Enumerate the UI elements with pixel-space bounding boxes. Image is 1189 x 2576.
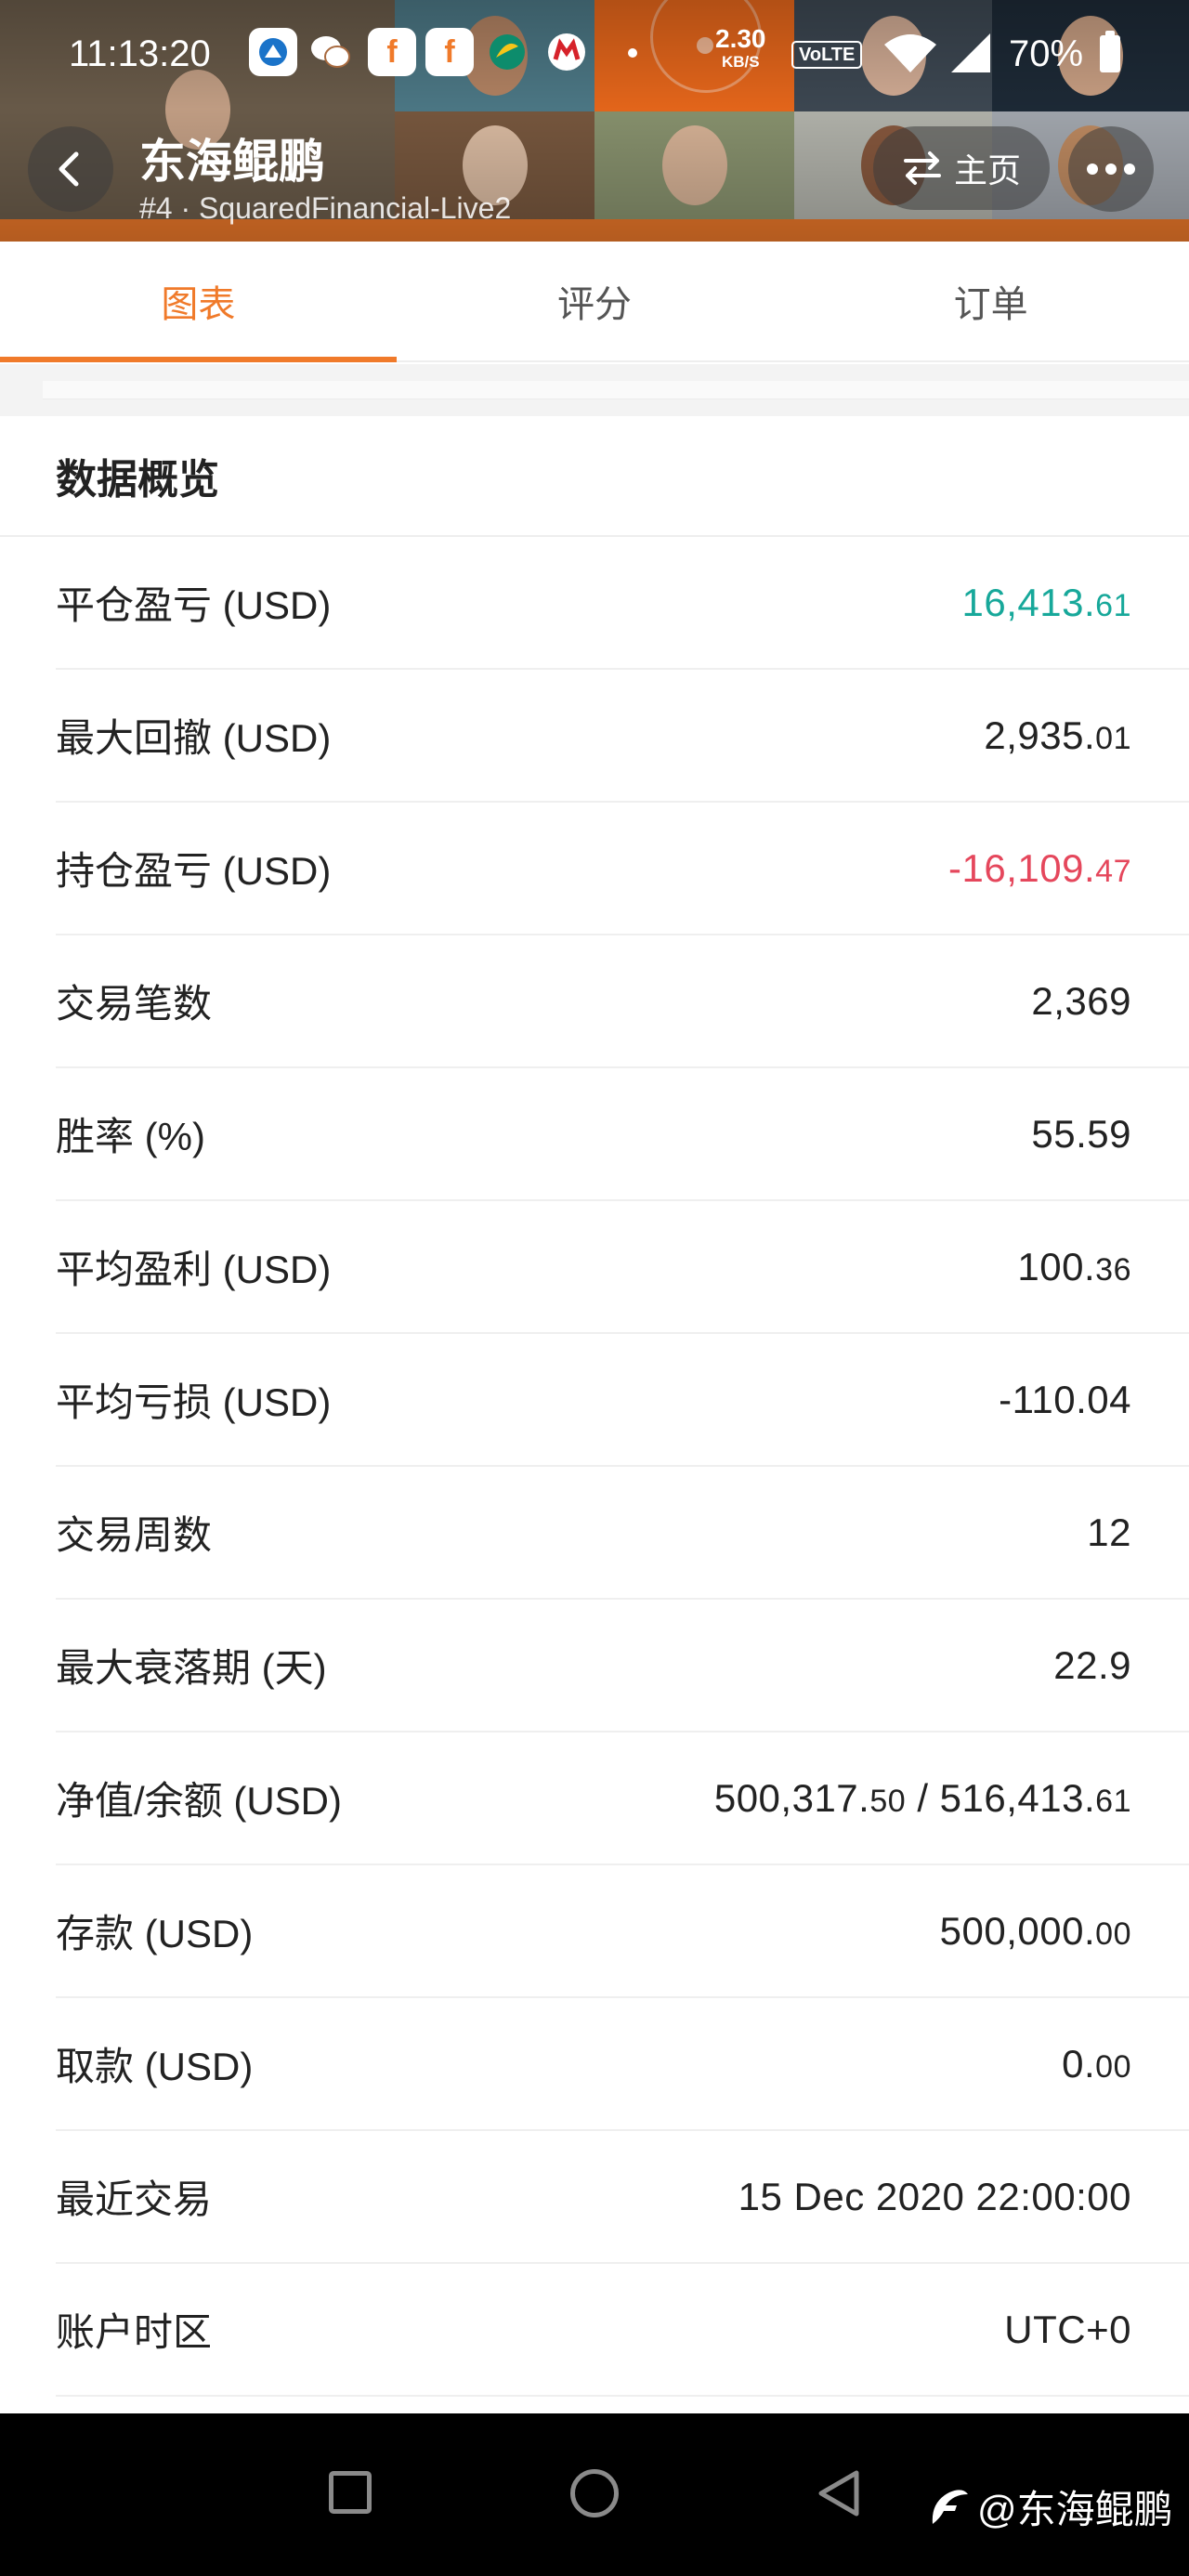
home-button-label: 主页 [953, 151, 1021, 190]
stat-label: 持仓盈亏 (USD) [56, 849, 332, 893]
network-speed: 2.30 KB/S [715, 24, 766, 71]
status-time: 11:13:20 [69, 33, 211, 74]
stat-label: 平仓盈亏 (USD) [56, 583, 332, 627]
stat-value: UTC+0 [1004, 2307, 1131, 2351]
stat-value: -16,109.47 [948, 845, 1131, 890]
stat-value: -110.04 [999, 1377, 1131, 1421]
stat-row-max-drawdown: 最大回撤 (USD) 2,935.01 [56, 670, 1189, 803]
watermark: @东海鲲鹏 [925, 2478, 1173, 2535]
maps-icon [249, 28, 297, 76]
stat-label: 最近交易 [56, 2177, 213, 2221]
stat-value: 100.36 [1017, 1244, 1131, 1288]
home-nav-button[interactable] [570, 2469, 619, 2517]
stat-row-max-drawdown-period: 最大衰落期 (天) 22.9 [56, 1600, 1189, 1733]
overview-title: 数据概览 [0, 416, 1189, 537]
chevron-left-icon [59, 151, 79, 187]
battery-icon [1100, 31, 1120, 72]
triangle-back-icon [818, 2470, 859, 2517]
app-header: 11:13:20 f f 2.30 KB/S VoLTE 70% 东海鲲鹏 #4… [0, 0, 1189, 242]
network-speed-unit: KB/S [721, 53, 760, 71]
stat-label: 最大衰落期 (天) [56, 1646, 327, 1690]
leaf-app-icon [483, 28, 531, 76]
stat-value: 500,317.50 / 516,413.61 [713, 1775, 1131, 1820]
volte-badge: VoLTE [791, 41, 863, 69]
network-speed-value: 2.30 [715, 24, 766, 53]
stat-row-timezone: 账户时区 UTC+0 [56, 2264, 1189, 2397]
stat-row-withdrawals: 取款 (USD) 0.00 [56, 1998, 1189, 2131]
tab-bar: 图表 评分 订单 [0, 242, 1189, 362]
tab-chart[interactable]: 图表 [0, 242, 397, 362]
battery-percent: 70% [1009, 33, 1084, 74]
stat-label: 净值/余额 (USD) [56, 1779, 342, 1823]
stat-label: 交易周数 [56, 1513, 213, 1557]
stat-row-deposits: 存款 (USD) 500,000.00 [56, 1865, 1189, 1998]
f-app-icon: f [425, 28, 474, 76]
f-app-icon: f [368, 28, 416, 76]
stat-value: 12 [1087, 1510, 1131, 1554]
stat-value: 2,935.01 [984, 713, 1131, 757]
stat-value: 0.00 [1062, 2041, 1131, 2086]
stat-label: 取款 (USD) [56, 2045, 254, 2088]
cell-signal-icon [949, 32, 992, 84]
home-button[interactable]: 主页 [873, 126, 1050, 210]
stat-label: 交易笔数 [56, 982, 213, 1026]
stat-label: 平均亏损 (USD) [56, 1380, 332, 1424]
cmb-bank-icon [542, 28, 591, 76]
stat-value: 22.9 [1053, 1642, 1131, 1687]
page-title: 东海鲲鹏 [139, 136, 325, 188]
tab-rating[interactable]: 评分 [397, 242, 793, 360]
recents-button[interactable] [329, 2471, 372, 2514]
stat-row-trade-count: 交易笔数 2,369 [56, 935, 1189, 1068]
stat-value: 55.59 [1031, 1111, 1131, 1156]
stat-row-floating-pnl: 持仓盈亏 (USD) -16,109.47 [56, 803, 1189, 935]
more-button[interactable] [1068, 126, 1154, 212]
back-button[interactable] [28, 126, 113, 212]
stat-row-win-rate: 胜率 (%) 55.59 [56, 1068, 1189, 1201]
stat-row-avg-profit: 平均盈利 (USD) 100.36 [56, 1201, 1189, 1334]
swap-icon [903, 151, 941, 185]
stat-value: 500,000.00 [939, 1908, 1131, 1953]
stat-value: 16,413.61 [961, 580, 1131, 624]
weibo-logo-icon [932, 2489, 968, 2524]
stat-row-equity-balance: 净值/余额 (USD) 500,317.50 / 516,413.61 [56, 1733, 1189, 1865]
data-overview-card: 数据概览 平仓盈亏 (USD) 16,413.61 最大回撤 (USD) 2,9… [0, 416, 1189, 2397]
stat-label: 账户时区 [56, 2310, 213, 2354]
stat-label: 胜率 (%) [56, 1115, 205, 1158]
stat-row-trading-weeks: 交易周数 12 [56, 1467, 1189, 1600]
watermark-text: @东海鲲鹏 [977, 2488, 1173, 2531]
wifi-icon [882, 32, 938, 84]
stat-value: 2,369 [1031, 978, 1131, 1023]
stat-row-last-trade: 最近交易 15 Dec 2020 22:00:00 [56, 2131, 1189, 2264]
stat-row-closed-pnl: 平仓盈亏 (USD) 16,413.61 [56, 537, 1189, 670]
more-icon [1087, 163, 1098, 175]
notification-dot-icon [628, 48, 637, 58]
status-bar: 11:13:20 f f 2.30 KB/S VoLTE 70% [0, 0, 1189, 111]
tab-orders[interactable]: 订单 [792, 242, 1189, 360]
stat-label: 存款 (USD) [56, 1912, 254, 1955]
section-divider [0, 364, 1189, 416]
back-nav-button[interactable] [814, 2467, 866, 2524]
stat-row-avg-loss: 平均亏损 (USD) -110.04 [56, 1334, 1189, 1467]
stat-label: 最大回撤 (USD) [56, 716, 332, 760]
stat-label: 平均盈利 (USD) [56, 1248, 332, 1291]
page-subtitle: #4 · SquaredFinancial-Live2 [139, 191, 512, 225]
wechat-icon [307, 28, 355, 76]
stat-value: 15 Dec 2020 22:00:00 [738, 2174, 1131, 2218]
system-nav-bar: @东海鲲鹏 [0, 2413, 1189, 2576]
